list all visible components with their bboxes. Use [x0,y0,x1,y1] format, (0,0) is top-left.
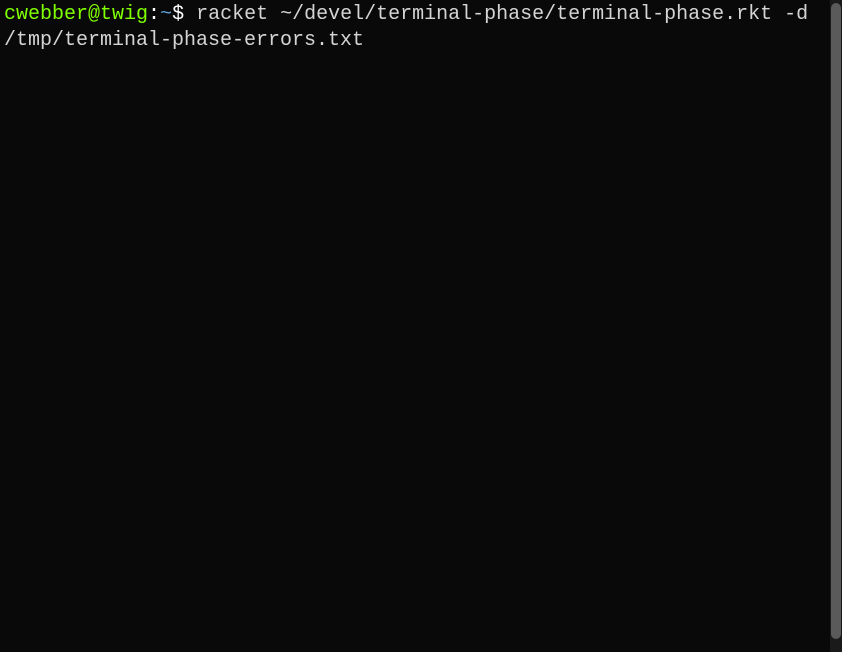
terminal-output[interactable]: cwebber@twig:~$ racket ~/devel/terminal-… [0,0,828,652]
prompt-colon: : [148,3,160,26]
command-line: cwebber@twig:~$ racket ~/devel/terminal-… [4,2,824,54]
current-path: ~ [160,3,172,26]
prompt-symbol: $ [172,3,184,26]
scrollbar-thumb[interactable] [831,3,841,639]
scrollbar-track[interactable] [830,0,842,652]
user-host-prompt: cwebber@twig [4,3,148,26]
